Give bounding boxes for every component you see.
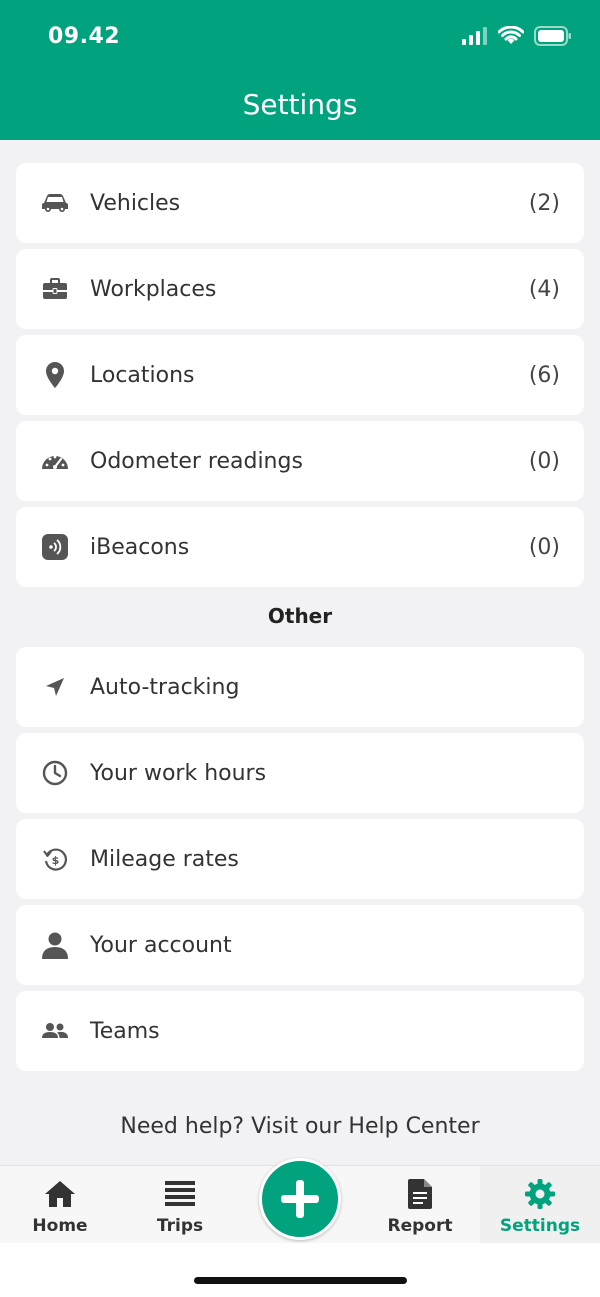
tab-trips[interactable]: Trips	[120, 1166, 240, 1244]
tab-label: Home	[32, 1216, 88, 1236]
status-icons	[462, 26, 572, 46]
tab-settings[interactable]: Settings	[480, 1166, 600, 1244]
settings-list: Vehicles (2) Workplaces (4) Locations (6…	[16, 163, 584, 593]
tab-label: Report	[387, 1216, 453, 1236]
svg-text:$: $	[52, 854, 60, 867]
signal-icon	[462, 27, 487, 45]
dollar-refresh-icon: $	[40, 844, 70, 874]
settings-item-workplaces[interactable]: Workplaces (4)	[16, 249, 584, 329]
clock-icon	[40, 758, 70, 788]
other-settings-list: Auto-tracking Your work hours $ Mileage …	[16, 647, 584, 1077]
settings-item-label: iBeacons	[90, 534, 190, 560]
tab-label: Settings	[499, 1216, 581, 1236]
app-header: 09.42 Settings	[0, 0, 600, 140]
speedometer-icon	[40, 446, 70, 476]
settings-item-label: Mileage rates	[90, 846, 239, 872]
settings-item-count: (0)	[528, 534, 560, 560]
tab-home[interactable]: Home	[0, 1166, 120, 1244]
add-trip-button[interactable]	[259, 1158, 341, 1240]
home-indicator-area	[0, 1243, 600, 1297]
settings-item-count: (0)	[528, 448, 560, 474]
group-icon	[40, 1016, 70, 1046]
home-indicator[interactable]	[194, 1277, 407, 1284]
settings-item-auto-tracking[interactable]: Auto-tracking	[16, 647, 584, 727]
tab-label: Trips	[156, 1216, 204, 1236]
status-time: 09.42	[48, 24, 121, 49]
location-pin-icon	[40, 360, 70, 390]
settings-item-label: Workplaces	[90, 276, 217, 302]
person-icon	[40, 930, 70, 960]
settings-item-odometer-readings[interactable]: Odometer readings (0)	[16, 421, 584, 501]
settings-item-ibeacons[interactable]: iBeacons (0)	[16, 507, 584, 587]
settings-item-mileage-rates[interactable]: $ Mileage rates	[16, 819, 584, 899]
wifi-icon	[498, 26, 524, 44]
section-title-other: Other	[267, 604, 333, 628]
settings-item-your-account[interactable]: Your account	[16, 905, 584, 985]
settings-item-work-hours[interactable]: Your work hours	[16, 733, 584, 813]
plus-icon	[281, 1180, 319, 1218]
settings-item-teams[interactable]: Teams	[16, 991, 584, 1071]
settings-item-label: Locations	[90, 362, 195, 388]
document-icon	[408, 1178, 432, 1210]
settings-item-label: Your account	[90, 932, 232, 958]
settings-item-label: Teams	[90, 1018, 160, 1044]
navigation-arrow-icon	[40, 672, 70, 702]
settings-item-count: (2)	[528, 190, 560, 216]
car-icon	[40, 188, 70, 218]
home-icon	[44, 1178, 76, 1210]
settings-item-label: Your work hours	[90, 760, 267, 786]
list-icon	[165, 1178, 195, 1210]
tab-report[interactable]: Report	[360, 1166, 480, 1244]
settings-item-count: (4)	[528, 276, 560, 302]
help-center-link[interactable]: Need help? Visit our Help Center	[0, 1114, 600, 1139]
settings-item-label: Vehicles	[90, 190, 181, 216]
settings-item-label: Odometer readings	[90, 448, 303, 474]
gear-icon	[525, 1178, 555, 1210]
page-title: Settings	[242, 88, 358, 121]
settings-item-count: (6)	[528, 362, 560, 388]
settings-item-vehicles[interactable]: Vehicles (2)	[16, 163, 584, 243]
settings-item-locations[interactable]: Locations (6)	[16, 335, 584, 415]
briefcase-icon	[40, 274, 70, 304]
settings-item-label: Auto-tracking	[90, 674, 240, 700]
battery-icon	[534, 26, 571, 46]
beacon-icon	[40, 532, 70, 562]
